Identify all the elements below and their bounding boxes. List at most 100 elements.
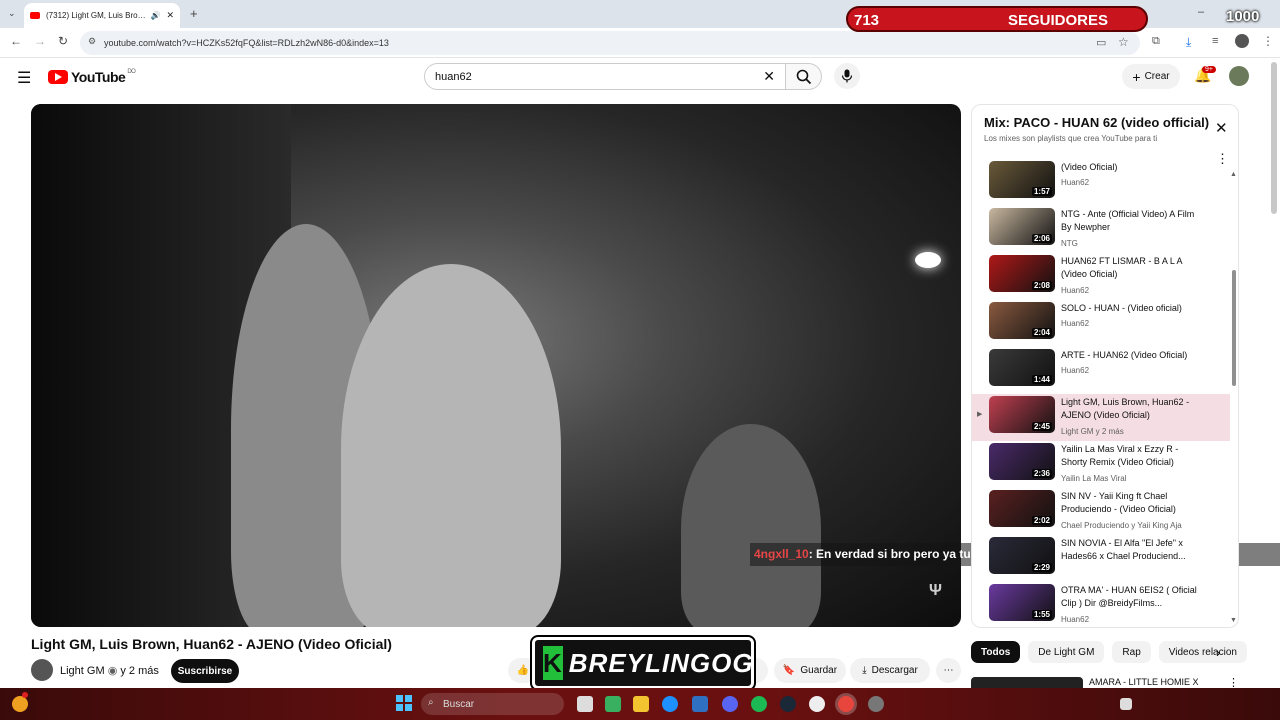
windows-taskbar: ⌕ Buscar	[0, 688, 1280, 720]
chat-username: 4ngxll_10	[754, 547, 809, 561]
search-value: huan62	[435, 70, 472, 83]
weather-alert-badge	[22, 692, 28, 698]
playlist-item-thumbnail: 1:57	[989, 161, 1055, 198]
taskbar-search[interactable]: ⌕ Buscar	[421, 693, 564, 715]
playlist-item[interactable]: 2:02 SIN NV - Yaii King ft Chael Producie…	[972, 488, 1230, 535]
download-button[interactable]: ⤓ Descargar	[850, 658, 930, 683]
minimize-icon[interactable]: –	[1198, 6, 1204, 18]
widgets-icon[interactable]	[605, 696, 621, 712]
download-label: Descargar	[871, 665, 918, 676]
scroll-up-icon[interactable]: ▲	[1230, 171, 1237, 178]
url-text: youtube.com/watch?v=HCZKs52fqFQ&list=RDL…	[104, 38, 389, 48]
save-button[interactable]: 🔖 Guardar	[774, 658, 846, 683]
tab-audio-icon[interactable]: 🔊	[150, 11, 160, 20]
site-info-icon[interactable]: ⚙	[88, 36, 96, 47]
reload-icon[interactable]: ↻	[58, 34, 68, 48]
subscribe-button[interactable]: Suscribirse	[171, 659, 239, 683]
create-button[interactable]: + Crear	[1122, 64, 1180, 89]
weather-icon[interactable]	[12, 696, 28, 712]
channel-info[interactable]: Light GM ◉ y 2 más	[60, 664, 159, 677]
clear-search-icon[interactable]: ✕	[763, 68, 775, 85]
search-input[interactable]: huan62 ✕	[424, 63, 786, 90]
user-avatar[interactable]	[1229, 66, 1249, 86]
playlist-item[interactable]: 1:57 (Video Oficial) Huan62	[972, 159, 1230, 206]
task-view-icon[interactable]	[577, 696, 593, 712]
download-icon[interactable]: ⤓	[1186, 35, 1191, 50]
next-video-thumbnail[interactable]	[971, 677, 1083, 688]
tab-list-icon[interactable]: ⌄	[8, 8, 16, 19]
search-button[interactable]	[786, 63, 822, 90]
page-scrollbar[interactable]	[1271, 62, 1277, 214]
next-video-title[interactable]: AMARA - LITTLE HOMIE X	[1089, 677, 1199, 687]
chips-next-icon[interactable]: ›	[1216, 645, 1220, 660]
followers-overlay: 713 SEGUIDORES	[846, 6, 1148, 32]
hamburger-menu-icon[interactable]: ☰	[17, 68, 31, 88]
youtube-play-icon	[48, 70, 68, 84]
playlist-title: Mix: PACO - HUAN 62 (video official)	[984, 115, 1210, 130]
store-icon[interactable]	[692, 696, 708, 712]
reading-list-icon[interactable]: ≡	[1212, 35, 1218, 47]
url-field[interactable]: ⚙ youtube.com/watch?v=HCZKs52fqFQ&list=R…	[80, 31, 1140, 55]
playlist-item[interactable]: 2:29 SIN NOVIA - El Alfa "El Jefe" x Hade…	[972, 535, 1230, 582]
scroll-down-icon[interactable]: ▼	[1230, 617, 1237, 624]
playlist-item-thumbnail: 2:02	[989, 490, 1055, 527]
playlist-item-duration: 2:02	[1031, 516, 1052, 525]
playlist-item-title: SOLO - HUAN - (Video oficial)	[1061, 303, 1182, 313]
youtube-logo[interactable]: YouTube DO	[48, 69, 136, 85]
steam-icon[interactable]	[780, 696, 796, 712]
file-explorer-icon[interactable]	[633, 696, 649, 712]
chip-2[interactable]: Rap	[1112, 641, 1151, 663]
tray-icon[interactable]	[1120, 698, 1132, 710]
back-icon[interactable]: ←	[10, 34, 22, 48]
spotify-icon[interactable]	[751, 696, 767, 712]
playlist-item[interactable]: 2:36 Yailin La Mas Viral x Ezzy R - Short…	[972, 441, 1230, 488]
new-tab-icon[interactable]: +	[190, 6, 198, 21]
chrome-icon[interactable]	[838, 696, 854, 712]
playlist-item-thumbnail: 2:08	[989, 255, 1055, 292]
channel-more[interactable]: y 2 más	[120, 665, 159, 677]
channel-avatar[interactable]	[31, 659, 53, 681]
followers-count: 713	[854, 12, 880, 29]
playlist-item-duration: 1:57	[1031, 187, 1052, 196]
chip-0[interactable]: Todos	[971, 641, 1021, 663]
close-playlist-icon[interactable]: ✕	[1215, 119, 1228, 137]
playlist-item[interactable]: 2:06 NTG - Ante (Official Video) A Film B…	[972, 206, 1230, 253]
playlist-item-title: SIN NOVIA - El Alfa "El Jefe" x Hades66 …	[1061, 538, 1186, 561]
chip-1[interactable]: De Light GM	[1028, 641, 1105, 663]
settings-icon[interactable]	[868, 696, 884, 712]
playlist-item[interactable]: 1:55 OTRA MA' - HUAN 6EIS2 ( Oficial Clip…	[972, 582, 1230, 627]
windows-start-icon[interactable]	[396, 695, 412, 711]
more-actions-button[interactable]: ⋯	[936, 658, 961, 683]
microphone-icon	[841, 69, 853, 83]
obs-icon[interactable]	[809, 696, 825, 712]
voice-search-button[interactable]	[834, 63, 860, 89]
forward-icon[interactable]: →	[34, 34, 46, 48]
browser-menu-icon[interactable]: ⋮	[1262, 34, 1274, 48]
edge-icon[interactable]	[662, 696, 678, 712]
browser-tab-youtube[interactable]: (7312) Light GM, Luis Brown 🔊 ✕	[24, 3, 180, 28]
playlist-item[interactable]: 2:08 HUAN62 FT LISMAR - B A L A (Video Of…	[972, 253, 1230, 300]
logo-text: YouTube	[71, 69, 126, 85]
playlist-item-thumbnail: 1:44	[989, 349, 1055, 386]
channel-name[interactable]: Light GM	[60, 665, 105, 677]
cast-icon[interactable]: ▭	[1096, 36, 1106, 49]
playlist-item-channel: Chael Produciendo y Yaii King Aja	[1061, 521, 1182, 530]
extensions-icon[interactable]: ⧉	[1152, 35, 1160, 48]
brand-k-logo: K	[543, 646, 563, 680]
playlist-item-current[interactable]: ▶ 2:45 Light GM, Luis Brown, Huan62 - AJEN…	[972, 394, 1230, 441]
playlist-item-title: SIN NV - Yaii King ft Chael Produciendo …	[1061, 491, 1176, 514]
playlist-item-duration: 2:04	[1031, 328, 1052, 337]
playlist-item[interactable]: 1:44 ARTE - HUAN62 (Video Oficial) Huan62	[972, 347, 1230, 394]
playlist-item-duration: 2:06	[1031, 234, 1052, 243]
video-person-hoodie	[341, 264, 561, 627]
playlist-scrollbar[interactable]	[1232, 270, 1236, 386]
discord-icon[interactable]	[722, 696, 738, 712]
followers-goal: 1000	[1226, 8, 1260, 25]
bookmark-star-icon[interactable]: ☆	[1118, 35, 1129, 49]
playlist-item[interactable]: 2:04 SOLO - HUAN - (Video oficial) Huan62	[972, 300, 1230, 347]
profile-avatar[interactable]	[1235, 34, 1249, 48]
tab-title: (7312) Light GM, Luis Brown	[46, 11, 147, 20]
playlist-item-thumbnail: 2:04	[989, 302, 1055, 339]
tab-close-icon[interactable]: ✕	[166, 10, 174, 21]
chip-3[interactable]: Videos relacion	[1158, 641, 1247, 663]
